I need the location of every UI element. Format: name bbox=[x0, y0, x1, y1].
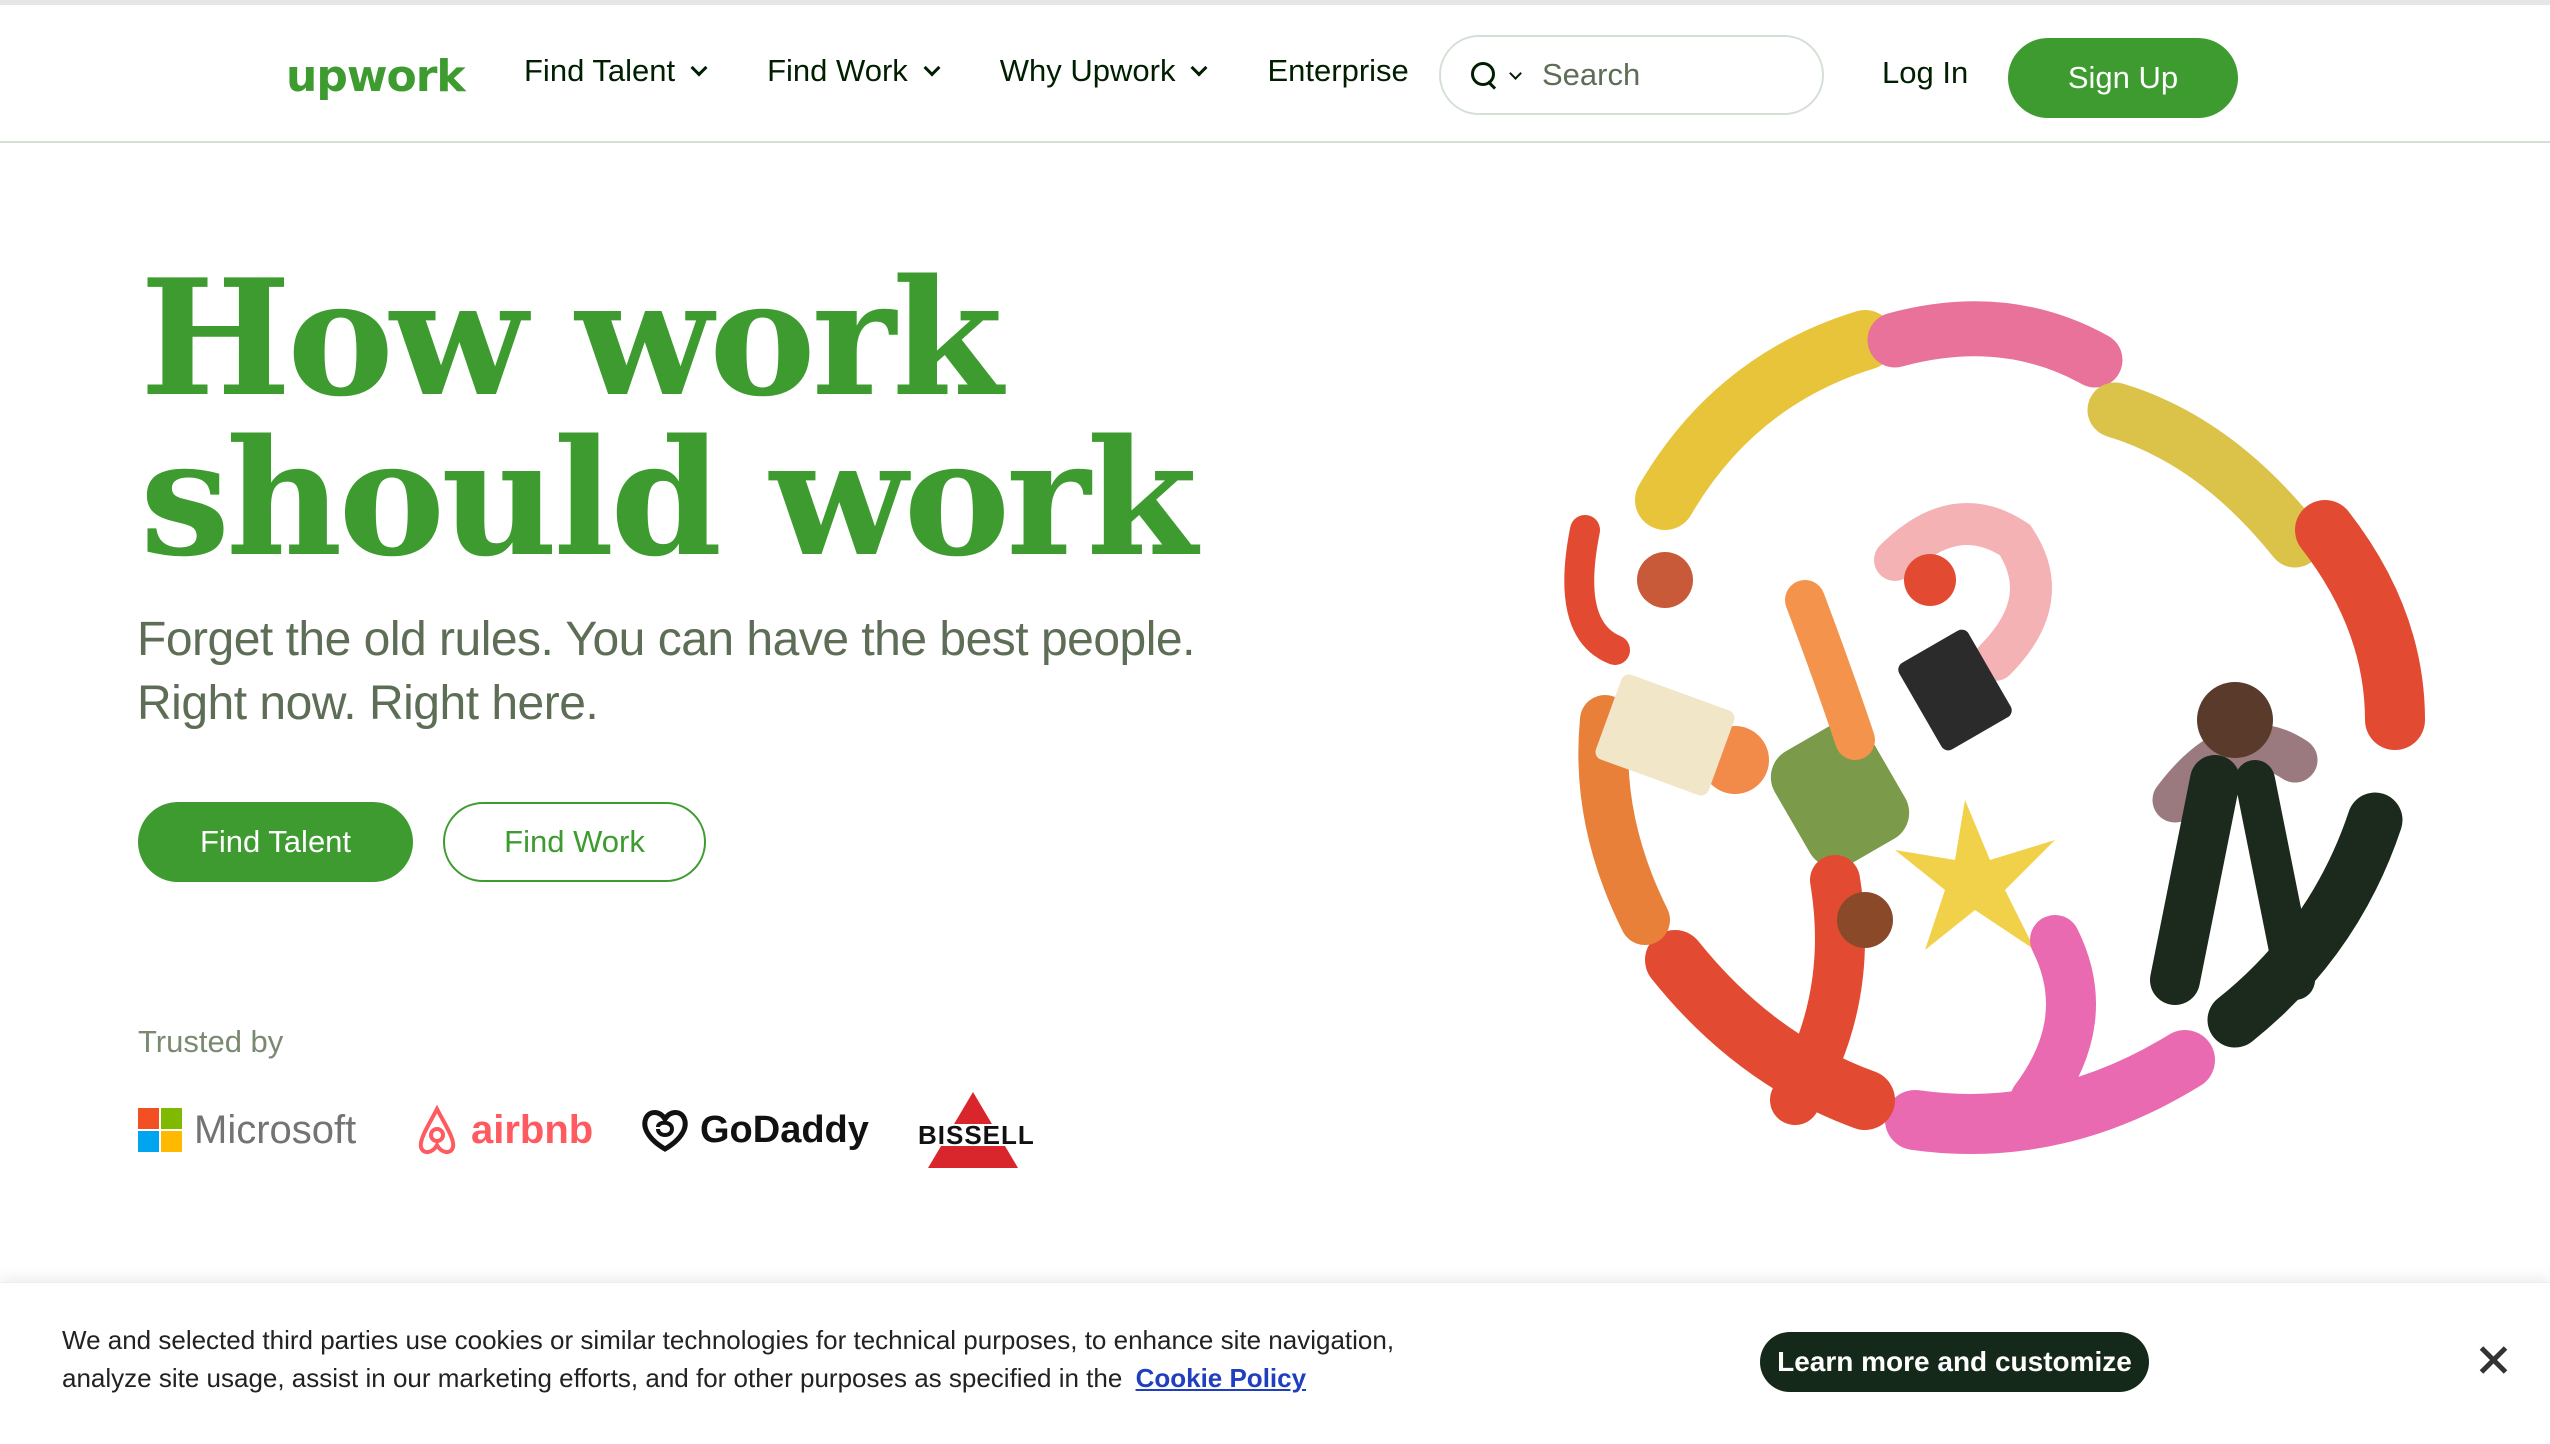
signup-button[interactable]: Sign Up bbox=[2008, 38, 2238, 118]
airbnb-logo-text: airbnb bbox=[471, 1107, 594, 1152]
hero-subtitle: Forget the old rules. You can have the b… bbox=[137, 608, 1337, 736]
airbnb-belo-icon bbox=[418, 1105, 456, 1154]
microsoft-logo: Microsoft bbox=[138, 1090, 356, 1170]
godaddy-logo: GoDaddy bbox=[638, 1090, 869, 1170]
site-header: upwork Find Talent Find Work Why Upwork … bbox=[0, 5, 2550, 143]
bissell-logo: BISSELL bbox=[918, 1090, 1034, 1170]
godaddy-heart-icon bbox=[642, 1110, 688, 1152]
search-input[interactable]: Search bbox=[1439, 35, 1824, 115]
cookie-policy-link[interactable]: Cookie Policy bbox=[1136, 1363, 1307, 1393]
hero-title-line2: should work bbox=[140, 404, 1197, 592]
nav-why-upwork-label: Why Upwork bbox=[999, 53, 1176, 88]
hero-illustration bbox=[1564, 301, 2425, 1154]
learn-more-customize-button[interactable]: Learn more and customize bbox=[1760, 1332, 2149, 1392]
cookie-text: We and selected third parties use cookie… bbox=[62, 1321, 1402, 1397]
main-nav: Find Talent Find Work Why Upwork Enterpr… bbox=[524, 53, 1409, 89]
hero-title: How work should work bbox=[140, 258, 1240, 578]
hero-title-line1: How work bbox=[140, 244, 1003, 432]
nav-find-talent-label: Find Talent bbox=[524, 53, 676, 88]
close-icon[interactable] bbox=[2476, 1343, 2510, 1377]
chevron-down-icon bbox=[923, 59, 941, 77]
cookie-text-line1: We and selected third parties use cookie… bbox=[62, 1325, 1395, 1355]
nav-enterprise[interactable]: Enterprise bbox=[1267, 53, 1408, 89]
find-work-button[interactable]: Find Work bbox=[443, 802, 706, 882]
login-link[interactable]: Log In bbox=[1882, 55, 1968, 91]
nav-enterprise-label: Enterprise bbox=[1267, 53, 1409, 88]
godaddy-logo-text: GoDaddy bbox=[700, 1108, 869, 1151]
nav-find-work-label: Find Work bbox=[767, 53, 908, 88]
hero-subtitle-line2: Right now. Right here. bbox=[137, 677, 599, 730]
cookie-text-line2: analyze site usage, assist in our market… bbox=[62, 1363, 1123, 1393]
nav-find-work[interactable]: Find Work bbox=[767, 53, 941, 89]
chevron-down-icon[interactable] bbox=[1509, 66, 1522, 80]
airbnb-logo: airbnb bbox=[413, 1090, 593, 1170]
trusted-by-label: Trusted by bbox=[138, 1024, 284, 1059]
find-talent-button[interactable]: Find Talent bbox=[138, 802, 413, 882]
chevron-down-icon bbox=[1190, 59, 1208, 77]
search-placeholder: Search bbox=[1542, 57, 1641, 92]
chevron-down-icon bbox=[690, 59, 708, 77]
hero-subtitle-line1: Forget the old rules. You can have the b… bbox=[137, 613, 1195, 666]
cookie-banner: We and selected third parties use cookie… bbox=[0, 1282, 2550, 1444]
nav-why-upwork[interactable]: Why Upwork bbox=[999, 53, 1208, 89]
microsoft-logo-text: Microsoft bbox=[194, 1107, 357, 1152]
upwork-logo[interactable]: upwork bbox=[286, 51, 466, 102]
microsoft-grid-icon bbox=[138, 1108, 182, 1152]
search-icon[interactable] bbox=[1471, 62, 1497, 88]
bissell-logo-text: BISSELL bbox=[918, 1120, 1035, 1150]
nav-find-talent[interactable]: Find Talent bbox=[524, 53, 708, 89]
